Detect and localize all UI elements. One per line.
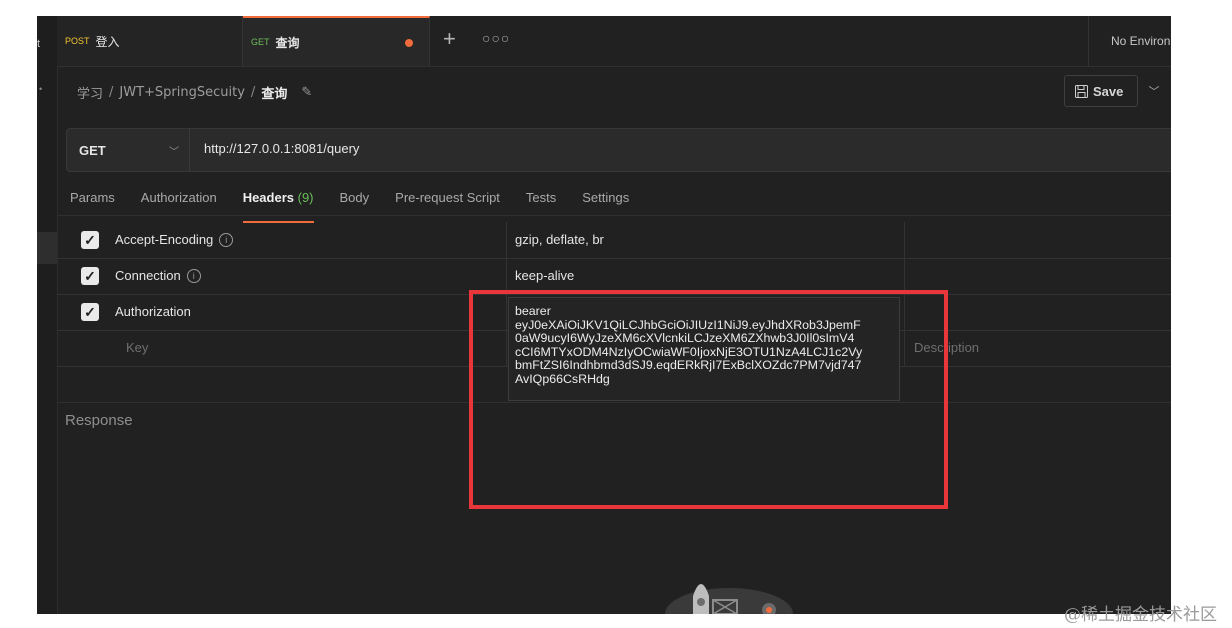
tab-get-query[interactable]: GET 查询 <box>243 16 430 66</box>
save-options-chevron-icon[interactable]: ﹀ <box>1138 75 1170 107</box>
column-divider <box>904 222 905 258</box>
header-enabled-checkbox[interactable]: ✓ <box>81 231 99 249</box>
header-value[interactable]: gzip, deflate, br <box>515 232 604 247</box>
header-key-text: Connection <box>115 268 181 283</box>
tab-post-login[interactable]: POST 登入 <box>57 16 243 66</box>
tab-headers[interactable]: Headers (9) <box>242 190 314 223</box>
save-button[interactable]: Save <box>1064 75 1138 107</box>
key-placeholder[interactable]: Key <box>126 340 148 355</box>
request-tabs: Params Authorization Headers (9) Body Pr… <box>70 190 655 223</box>
tab-settings[interactable]: Settings <box>582 190 629 214</box>
left-sidebar: t • <box>37 16 58 614</box>
environment-label: No Environ <box>1111 34 1171 48</box>
method-select[interactable]: GET ﹀ <box>67 129 190 171</box>
sidebar-dot-icon: • <box>39 84 43 94</box>
header-key[interactable]: Connection i <box>115 268 201 283</box>
tab-strip: POST 登入 GET 查询 + ○○○ No Environ <box>57 16 1171 67</box>
tab-label: 登入 <box>95 34 120 49</box>
save-label: Save <box>1093 83 1124 99</box>
tab-tests[interactable]: Tests <box>526 190 556 214</box>
header-key-text: Accept-Encoding <box>115 232 214 247</box>
tab-pre-request-script[interactable]: Pre-request Script <box>395 190 500 214</box>
watermark: @稀土掘金技术社区 <box>1064 605 1217 625</box>
tab-headers-label: Headers <box>242 190 294 205</box>
tab-headers-count: (9) <box>297 190 314 205</box>
sidebar-selected-item[interactable] <box>37 232 57 264</box>
table-row: ✓ Accept-Encoding i gzip, deflate, br <box>57 222 1171 259</box>
breadcrumb-workspace[interactable]: 学习 <box>77 83 103 102</box>
sidebar-edge-glyph: t <box>37 38 41 50</box>
tab-params[interactable]: Params <box>70 190 115 214</box>
breadcrumb-collection[interactable]: JWT+SpringSecuity <box>119 85 245 100</box>
edit-pencil-icon[interactable]: ✎ <box>301 85 312 100</box>
header-key[interactable]: Authorization <box>115 304 191 319</box>
red-annotation-box <box>469 290 948 509</box>
info-icon[interactable]: i <box>186 268 201 283</box>
tab-body[interactable]: Body <box>340 190 370 214</box>
rocket-illustration <box>665 584 793 614</box>
info-icon[interactable]: i <box>219 232 234 247</box>
tab-label: 查询 <box>275 35 300 50</box>
method-value: GET <box>79 142 106 158</box>
response-title: Response <box>65 412 133 429</box>
save-disk-icon <box>1075 84 1088 98</box>
header-key[interactable]: Accept-Encoding i <box>115 232 234 247</box>
breadcrumb-separator: / <box>109 85 114 100</box>
tab-method: POST <box>65 36 90 46</box>
breadcrumb-separator: / <box>250 85 256 100</box>
breadcrumb: 学习 / JWT+SpringSecuity / 查询 ✎ <box>77 83 312 102</box>
divider <box>57 215 1171 216</box>
column-divider <box>904 258 905 294</box>
new-tab-plus-icon[interactable]: + <box>443 28 456 50</box>
more-tabs-icon[interactable]: ○○○ <box>482 30 510 46</box>
breadcrumb-current: 查询 <box>261 87 288 102</box>
request-bar: GET ﹀ http://127.0.0.1:8081/query <box>66 128 1171 172</box>
column-divider <box>506 222 507 258</box>
environment-selector[interactable]: No Environ <box>1088 16 1171 66</box>
header-key-text: Authorization <box>115 304 191 319</box>
column-divider <box>506 258 507 294</box>
header-value[interactable]: keep-alive <box>515 268 574 283</box>
url-input[interactable]: http://127.0.0.1:8081/query <box>204 141 359 156</box>
header-enabled-checkbox[interactable]: ✓ <box>81 303 99 321</box>
header-enabled-checkbox[interactable]: ✓ <box>81 267 99 285</box>
chevron-down-icon: ﹀ <box>169 147 179 158</box>
tab-method: GET <box>251 37 270 47</box>
tab-authorization[interactable]: Authorization <box>141 190 217 214</box>
unsaved-indicator <box>405 39 413 47</box>
